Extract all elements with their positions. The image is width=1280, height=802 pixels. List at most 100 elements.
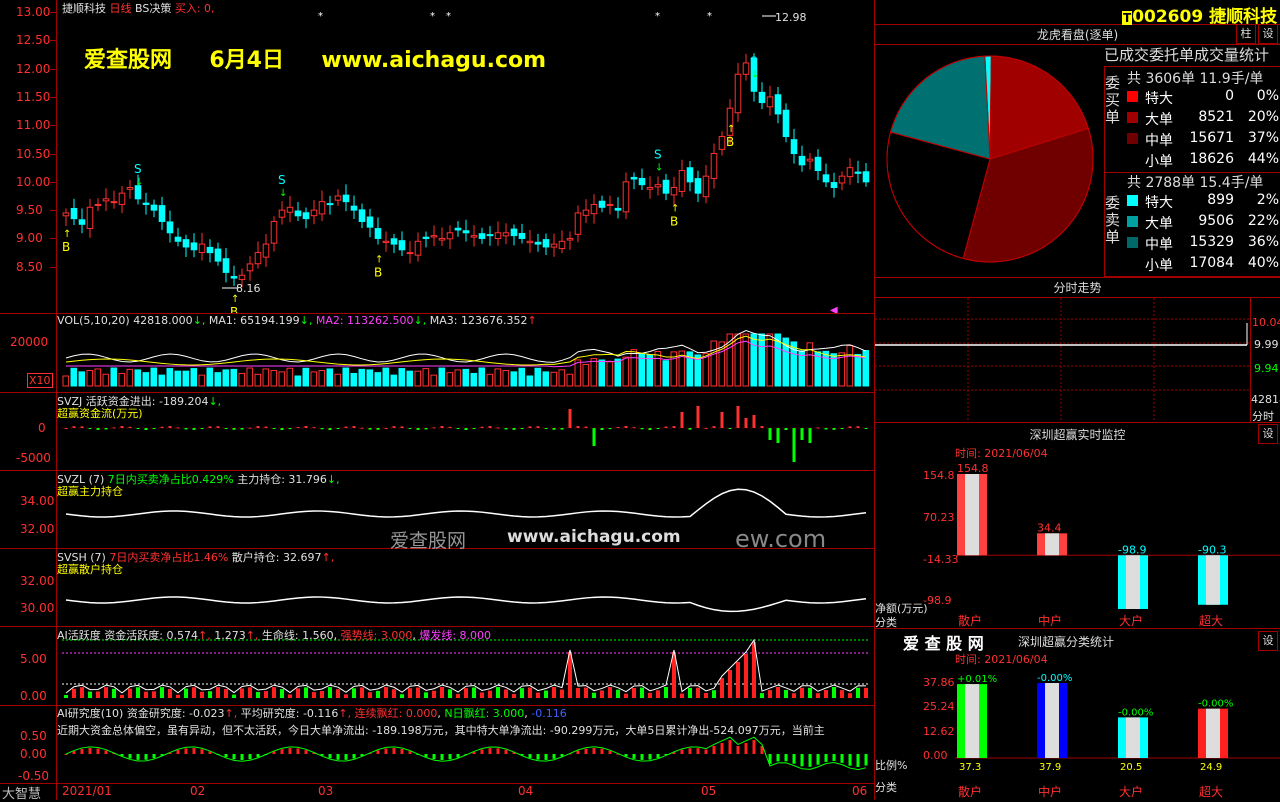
research-bar — [752, 740, 756, 754]
class-bar-category: 散户 — [958, 784, 982, 799]
candle-body — [118, 192, 126, 205]
dragon-settings-button[interactable]: 设 — [1258, 24, 1278, 44]
research-bar — [288, 748, 292, 754]
candle-body — [654, 184, 662, 188]
research-bar — [688, 748, 692, 754]
svzj-bar — [288, 428, 292, 430]
intraday-title: 分时走势 — [1053, 281, 1102, 295]
research-bar — [528, 754, 532, 758]
sell-row: 小单 17084 40% — [1127, 254, 1280, 274]
air-y-tick-0: 0.50 — [20, 729, 47, 743]
volume-bar — [798, 350, 806, 387]
intraday-y-2: 9.94 — [1254, 362, 1279, 375]
candle-body — [78, 219, 86, 225]
air-y-tick-2: -0.50 — [18, 769, 50, 783]
ai-active-panel[interactable]: AI活跃度 资金活跃度: 0.574↑, 1.273↑, 生命线: 1.560,… — [0, 626, 874, 706]
row-pct: 36% — [1247, 234, 1279, 250]
volume-bar — [206, 367, 214, 387]
ai-activity-bar — [648, 692, 652, 698]
main-y-tick: 13.00 — [16, 5, 51, 19]
ai-activity-bar — [824, 689, 828, 698]
candle-body — [510, 228, 518, 237]
vol-panel[interactable]: VOL(5,10,20) 42818.000↓, MA1: 65194.199↓… — [0, 313, 874, 393]
research-bar — [104, 750, 108, 754]
svzj-bar — [480, 426, 484, 428]
ai-activity-bar — [424, 692, 428, 698]
candle-body — [254, 252, 262, 265]
main-chart-panel[interactable]: B ↑ B ↑ B ↑ B ↑ B ↑ S ↓ S ↓ S ↓ S ↓ * * * * * ◀ 捷顺科技 日线 BS决策 买入… — [0, 0, 874, 314]
volume-bar — [662, 360, 670, 387]
vol-title: VOL(5,10,20) — [57, 314, 130, 327]
realtime-monitor-panel[interactable]: 深圳超赢实时监控 设 时间: 2021/06/04 154.8 70.23 -1… — [875, 422, 1280, 629]
svzj-bar — [504, 428, 508, 430]
intraday-y-1: 9.99 — [1254, 338, 1279, 351]
monitor-bar-highlight — [1126, 555, 1140, 609]
ai-activity-bar — [848, 693, 852, 698]
candle-body — [630, 176, 638, 180]
ai-activity-bar — [864, 687, 868, 698]
svzl-watermark-url: www.aichagu.com — [507, 527, 681, 547]
ai-activity-bar — [560, 689, 564, 698]
research-bar — [400, 748, 404, 754]
ai-activity-bar — [400, 694, 404, 698]
research-bar — [88, 748, 92, 754]
volume-bar — [294, 375, 302, 387]
ai-activity-bar — [184, 688, 188, 698]
candle-body — [286, 206, 294, 213]
air-y-tick-1: 0.00 — [20, 747, 47, 761]
monitor-bar-chart[interactable]: 154.8 散户 34.4 中户 -98.9 大户 -90.3 超大 — [875, 422, 1280, 628]
svzl-panel[interactable]: SVZL (7) 7日内买卖净占比0.429% 主力持仓: 31.796↓, 超… — [0, 470, 874, 553]
class-bar-chart[interactable]: +0.01% 37.3 散户 -0.00% 37.9 中户 -0.00% 20.5 大户 -0.0… — [875, 628, 1280, 800]
ai-activity-bar — [448, 689, 452, 698]
volume-bar — [598, 359, 606, 387]
volume-bar — [430, 374, 438, 387]
x-date-0: 2021/01 — [62, 784, 112, 798]
x-date-5: 06 — [852, 784, 868, 798]
candle-body — [822, 174, 830, 183]
volume-bar — [166, 368, 174, 387]
brand-label: 大智慧 — [2, 787, 42, 802]
order-pie-chart[interactable] — [883, 52, 1098, 267]
pin-button[interactable]: 柱 — [1236, 24, 1256, 44]
svzj-bar — [448, 426, 452, 428]
svzj-bar — [768, 428, 772, 440]
candle-body — [830, 182, 838, 188]
intraday-panel[interactable]: 分时走势 10.04 9.99 9.94 42818 分时 — [875, 277, 1280, 423]
svzj-bar — [320, 428, 324, 430]
svsh-panel[interactable]: SVSH (7) 7日内买卖净占比1.46% 散户持仓: 32.697↑, 超赢… — [0, 548, 874, 627]
ai-activity-bar — [408, 688, 412, 698]
candle-body — [838, 175, 846, 184]
ai-activity-bar — [688, 687, 692, 698]
svzj-bar — [440, 426, 444, 428]
main-y-tick: 12.50 — [16, 33, 51, 48]
ai-activity-bar — [712, 690, 716, 698]
sell-total: 共 2788单 15.4手/单 — [1127, 175, 1264, 191]
candle-body — [358, 209, 366, 222]
candle-body — [550, 243, 558, 248]
research-bar — [440, 754, 444, 760]
vol-ma1: MA1: 65194.199 — [208, 314, 300, 327]
ai-activity-bar — [632, 687, 636, 698]
svzj-bar — [112, 427, 116, 429]
period-label[interactable]: 日线 — [110, 2, 132, 15]
ai-research-panel[interactable]: AI研究度(10) 资金研究度: -0.023↑, 平均研究度: -0.116↑… — [0, 705, 874, 784]
row-pct: 20% — [1247, 109, 1279, 125]
class-bar-category: 大户 — [1119, 784, 1143, 799]
volume-bar — [750, 333, 758, 387]
ai-activity-bar — [456, 694, 460, 698]
research-bar — [824, 754, 828, 762]
candle-body — [414, 240, 422, 256]
ai-activity-bar — [760, 693, 764, 698]
research-bar — [600, 748, 604, 754]
row-pct: 40% — [1247, 255, 1279, 271]
ai-activity-bar — [240, 688, 244, 698]
svzj-bar — [184, 428, 188, 430]
dragon-tiger-panel[interactable]: 龙虎看盘(逐单) 柱 设 已成交委托单成交量统计 委买单 共 3606单 11.… — [875, 24, 1280, 278]
buy-arrow-icon: ↑ — [63, 229, 71, 240]
svzj-bar — [752, 415, 756, 428]
volume-bar — [758, 333, 766, 387]
svzj-panel[interactable]: SVZJ 活跃资金进出: -189.204↓, 超赢资金流(万元) 0 -500… — [0, 392, 874, 471]
intraday-chart[interactable] — [875, 298, 1250, 422]
class-stats-panel[interactable]: 爱 查 股 网 深圳超赢分类统计 设 时间: 2021/06/04 37.86 … — [875, 628, 1280, 800]
research-bar — [840, 754, 844, 763]
